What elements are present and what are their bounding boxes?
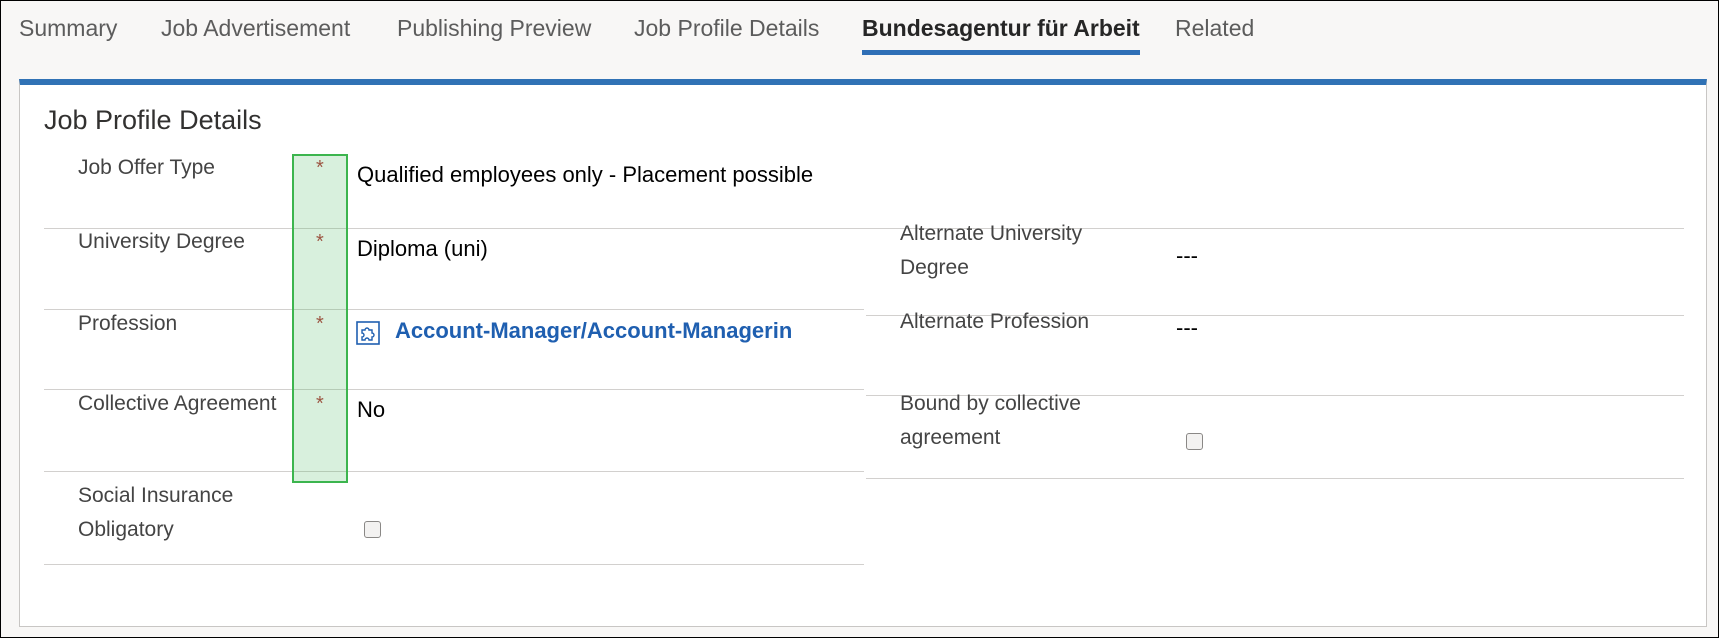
row-divider xyxy=(866,478,1684,479)
social-insurance-obligatory-label: Social Insurance Obligatory xyxy=(78,479,233,547)
university-degree-value[interactable]: Diploma (uni) xyxy=(357,236,488,262)
section-title: Job Profile Details xyxy=(44,105,262,135)
university-degree-label: University Degree xyxy=(78,230,245,253)
tab-publishing-preview[interactable]: Publishing Preview xyxy=(397,15,591,42)
label-line: Obligatory xyxy=(78,518,174,541)
puzzle-icon[interactable] xyxy=(356,321,380,345)
label-line: Social Insurance xyxy=(78,484,234,507)
tab-job-profile-details[interactable]: Job Profile Details xyxy=(634,15,819,42)
label-line: Bound by collective xyxy=(900,392,1081,415)
collective-agreement-label: Collective Agreement xyxy=(78,392,277,415)
tab-related[interactable]: Related xyxy=(1175,15,1254,42)
row-divider xyxy=(44,564,864,565)
tab-job-advertisement[interactable]: Job Advertisement xyxy=(161,15,350,42)
profession-link[interactable]: Account-Manager/Account-Managerin xyxy=(395,318,792,344)
bound-by-collective-agreement-checkbox[interactable] xyxy=(1186,433,1203,450)
required-marker: * xyxy=(316,313,324,335)
label-line: agreement xyxy=(900,426,1001,449)
collective-agreement-value[interactable]: No xyxy=(357,397,385,423)
active-tab-indicator xyxy=(862,50,1140,55)
profession-label: Profession xyxy=(78,312,178,335)
alternate-university-degree-value[interactable]: --- xyxy=(1176,243,1198,269)
required-marker: * xyxy=(316,393,324,415)
label-line: Alternate University xyxy=(900,222,1083,245)
row-divider xyxy=(44,228,1684,229)
alternate-university-degree-label: Alternate University Degree xyxy=(900,217,1082,285)
job-offer-type-value[interactable]: Qualified employees only - Placement pos… xyxy=(357,162,813,188)
row-divider xyxy=(44,471,864,472)
label-line: Degree xyxy=(900,256,969,279)
app-frame: Summary Job Advertisement Publishing Pre… xyxy=(0,0,1719,638)
alternate-profession-label: Alternate Profession xyxy=(900,310,1090,333)
job-offer-type-label: Job Offer Type xyxy=(78,156,215,179)
tab-bar: Summary Job Advertisement Publishing Pre… xyxy=(1,1,1718,77)
required-marker: * xyxy=(316,231,324,253)
alternate-profession-value[interactable]: --- xyxy=(1176,315,1198,341)
tab-summary[interactable]: Summary xyxy=(19,15,117,42)
tab-bundesagentur-fur-arbeit[interactable]: Bundesagentur für Arbeit xyxy=(862,15,1140,55)
job-profile-details-section: Job Profile Details Job Offer Type * Qua… xyxy=(19,79,1707,627)
bound-by-collective-agreement-label: Bound by collective agreement xyxy=(900,387,1081,455)
social-insurance-obligatory-checkbox[interactable] xyxy=(364,521,381,538)
tab-label: Bundesagentur für Arbeit xyxy=(862,15,1140,41)
required-marker: * xyxy=(316,157,324,179)
